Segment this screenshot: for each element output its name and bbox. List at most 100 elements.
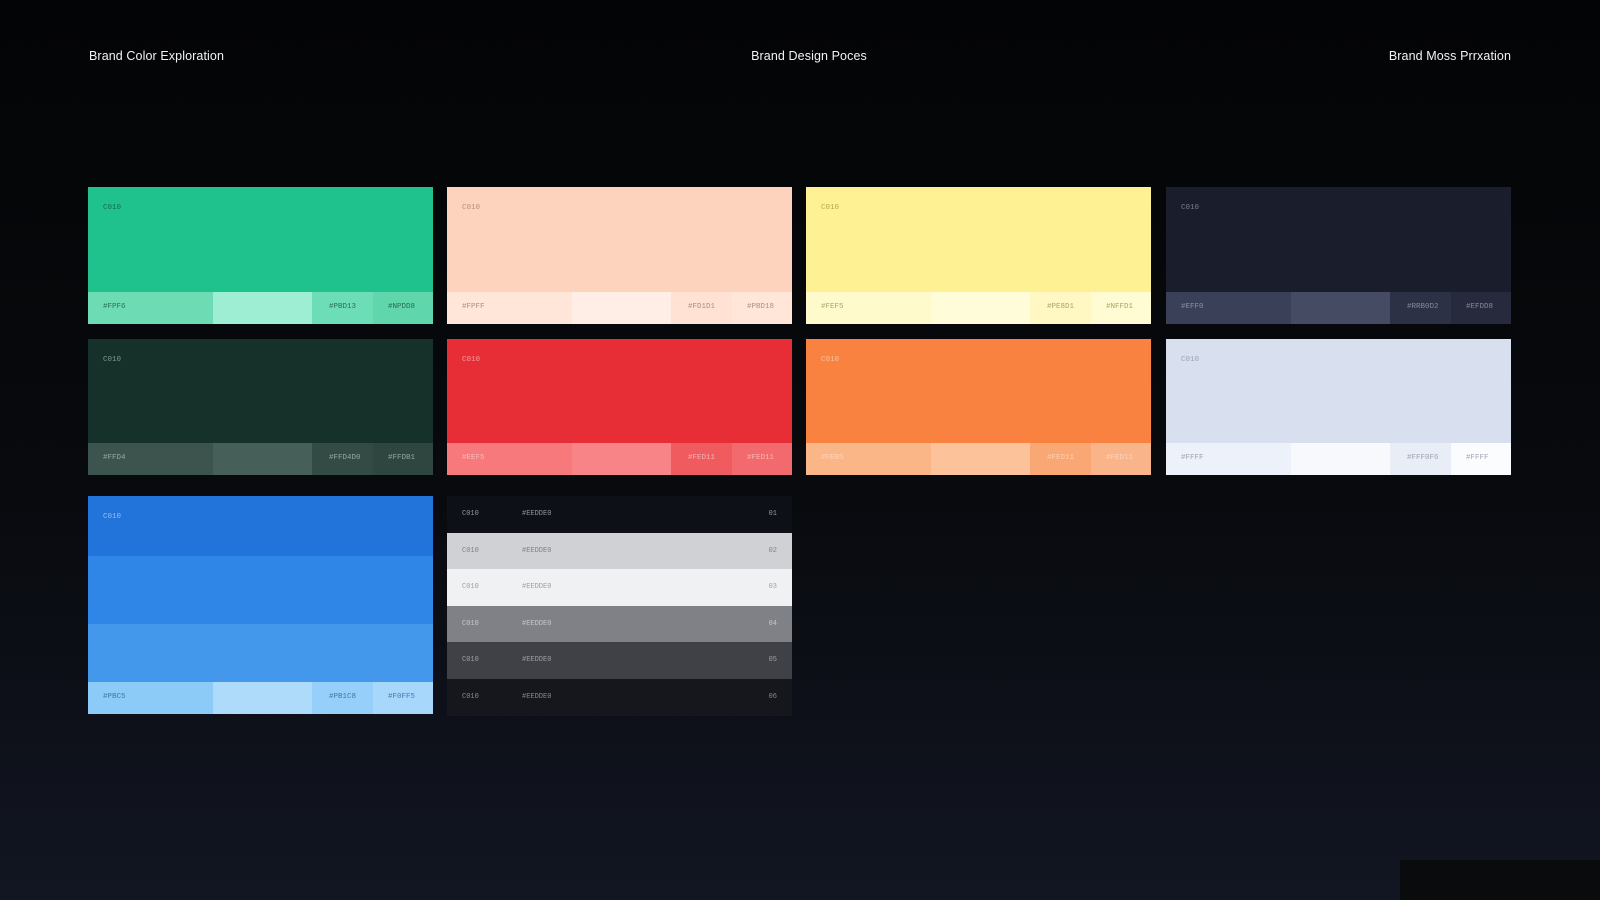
scale-name: C010 [462, 656, 479, 665]
tint-swatch: #FFDB1 [373, 443, 433, 475]
swatch-label: C010 [1181, 204, 1200, 212]
tint-swatch: #FEB5 [806, 443, 931, 475]
tint-swatch: #FED11 [1091, 443, 1151, 475]
neutral-scale-row: C010 #EEDDE0 03 [447, 569, 792, 606]
color-card-green: C010 #FPF6 #PBD13 #NPDD8 [88, 187, 433, 324]
color-card-dark-green: C010 #FFD4 #FFD4D0 #FFDB1 [88, 339, 433, 475]
hex-code: #FFD4 [103, 454, 126, 462]
hex-code: #FEB5 [821, 454, 844, 462]
tint-swatch: #PBD18 [732, 292, 792, 324]
tint-swatch [572, 292, 671, 324]
tint-swatch: #NFFD1 [1091, 292, 1151, 324]
hex-code: #FFF0F6 [1407, 454, 1439, 462]
hex-code: #FFFF [1181, 454, 1204, 462]
tint-swatch: #PE8D1 [1030, 292, 1091, 324]
tint-swatch: #EFDD8 [1451, 292, 1511, 324]
tint-swatch [213, 682, 312, 714]
neutral-scale-row: C010 #EEDDE0 02 [447, 532, 792, 570]
hex-code: #RRB0D2 [1407, 303, 1439, 311]
hex-code: #PB1C8 [329, 693, 357, 701]
tint-swatch [931, 292, 1030, 324]
neutral-scale-row: C010 #EEDDE0 04 [447, 605, 792, 643]
hex-code: #FED11 [688, 454, 716, 462]
hex-code: #PBC5 [103, 693, 126, 701]
swatch-strip: #EFF0 #RRB0D2 #EFDD8 [1166, 292, 1511, 324]
color-swatch-main [447, 339, 792, 443]
neutral-scale-row: C010 #EEDDE0 06 [447, 678, 792, 716]
hex-code: #FED11 [1047, 454, 1075, 462]
color-swatch-main [1166, 339, 1511, 443]
color-card-yellow: C010 #FEF5 #PE8D1 #NFFD1 [806, 187, 1151, 324]
hex-code: #NPDD8 [388, 303, 416, 311]
tint-swatch [213, 443, 312, 475]
page-title-center: Brand Design Poces [751, 49, 867, 63]
hex-code: #F0FF5 [388, 693, 416, 701]
hex-code: #FFDB1 [388, 454, 416, 462]
color-card-red: C010 #EEF5 #FED11 #FED11 [447, 339, 792, 475]
color-swatch-main [806, 187, 1151, 292]
tint-swatch: #FFD4D0 [312, 443, 373, 475]
hex-code: #FFFF [1466, 454, 1489, 462]
neutral-scale: C010 #EEDDE0 01 C010 #EEDDE0 02 C010 #EE… [447, 496, 792, 716]
hex-code: #FFD4D0 [329, 454, 361, 462]
swatch-strip: #FFFF #FFF0F6 #FFFF [1166, 443, 1511, 475]
color-swatch-main [88, 187, 433, 292]
blue-band [88, 496, 433, 556]
hex-code: #FED11 [1106, 454, 1134, 462]
tint-swatch [1291, 443, 1390, 475]
swatch-strip: #FEB5 #FED11 #FED11 [806, 443, 1151, 475]
tint-swatch [572, 443, 671, 475]
tint-swatch: #FFD4 [88, 443, 213, 475]
tint-swatch: #EEF5 [447, 443, 572, 475]
color-card-navy: C010 #EFF0 #RRB0D2 #EFDD8 [1166, 187, 1511, 324]
color-swatch-main [447, 187, 792, 292]
hex-code: #FD1D1 [688, 303, 716, 311]
color-card-periwinkle: C010 #FFFF #FFF0F6 #FFFF [1166, 339, 1511, 475]
tint-swatch [1291, 292, 1390, 324]
scale-index: 01 [768, 510, 777, 518]
swatch-strip: #EEF5 #FED11 #FED11 [447, 443, 792, 475]
tint-swatch: #FFF0F6 [1390, 443, 1451, 475]
scale-name: C010 [462, 583, 479, 592]
tint-swatch: #PBD13 [312, 292, 373, 324]
hex-code: #EFDD8 [1466, 303, 1494, 311]
hex-code: #FED11 [747, 454, 775, 462]
tint-swatch: #FFFF [1451, 443, 1511, 475]
scale-name: C010 [462, 510, 479, 518]
color-card-blue: C010 #PBC5 #PB1C8 #F0FF5 [88, 496, 433, 714]
tint-swatch: #FPFF [447, 292, 572, 324]
scale-index: 06 [768, 692, 777, 701]
tint-swatch: #FEF5 [806, 292, 931, 324]
swatch-label: C010 [821, 204, 840, 212]
tint-swatch [931, 443, 1030, 475]
swatch-label: C010 [103, 356, 122, 364]
scale-index: 02 [768, 546, 777, 555]
hex-code: #NFFD1 [1106, 303, 1134, 311]
hex-code: #FPF6 [103, 303, 126, 311]
swatch-strip: #FPFF #FD1D1 #PBD18 [447, 292, 792, 324]
corner-block [1400, 860, 1600, 900]
color-swatch-main [806, 339, 1151, 443]
scale-index: 03 [768, 583, 777, 592]
blue-band [88, 556, 433, 624]
tint-swatch: #EFF0 [1166, 292, 1291, 324]
scale-hex: #EEDDE0 [522, 510, 552, 518]
swatch-strip: #FPF6 #PBD13 #NPDD8 [88, 292, 433, 324]
swatch-label: C010 [462, 204, 481, 212]
neutral-scale-row: C010 #EEDDE0 01 [447, 496, 792, 533]
tint-swatch [213, 292, 312, 324]
scale-hex: #EEDDE0 [522, 546, 552, 555]
tint-swatch: #FD1D1 [671, 292, 732, 324]
hex-code: #FEF5 [821, 303, 844, 311]
tint-swatch: #PB1C8 [312, 682, 373, 714]
scale-hex: #EEDDE0 [522, 692, 552, 701]
swatch-strip: #FEF5 #PE8D1 #NFFD1 [806, 292, 1151, 324]
scale-name: C010 [462, 692, 479, 701]
color-swatch-main [1166, 187, 1511, 292]
tint-swatch: #RRB0D2 [1390, 292, 1451, 324]
color-card-orange: C010 #FEB5 #FED11 #FED11 [806, 339, 1151, 475]
tint-swatch: #FED11 [732, 443, 792, 475]
scale-index: 05 [768, 656, 777, 665]
tint-swatch: #F0FF5 [373, 682, 433, 714]
scale-hex: #EEDDE0 [522, 619, 552, 628]
